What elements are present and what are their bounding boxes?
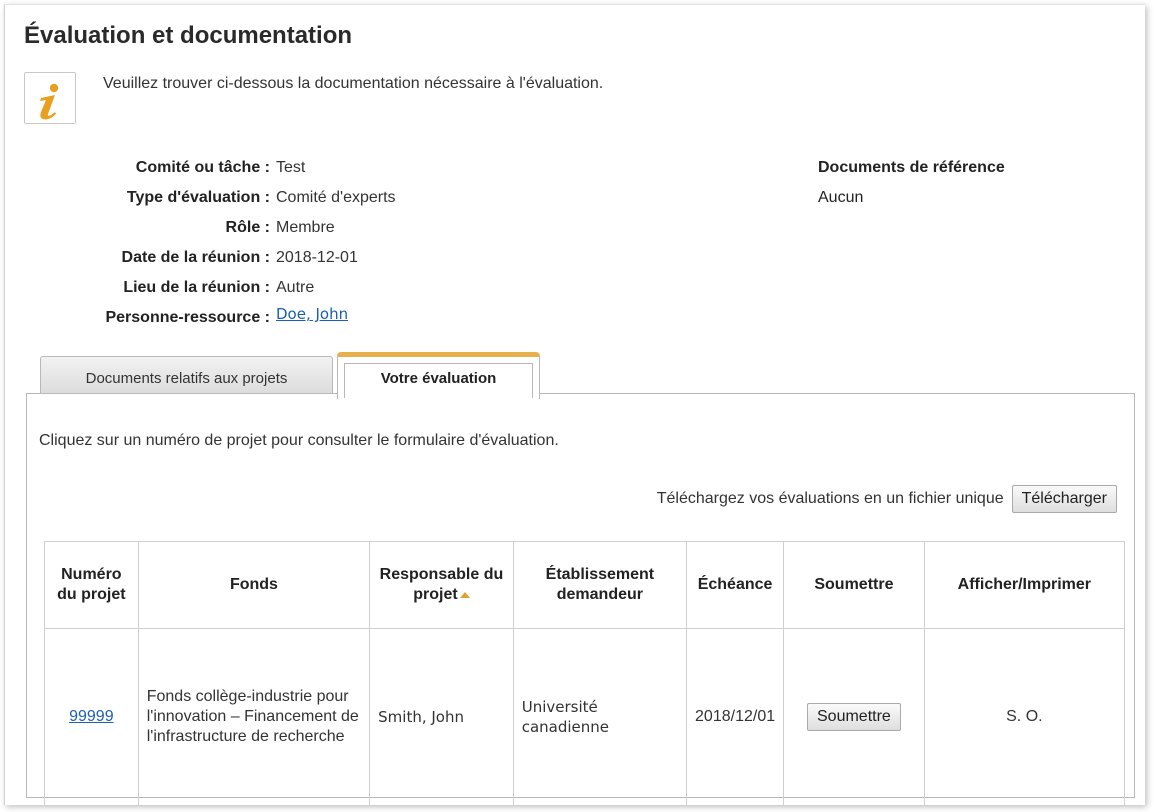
cell-fund: Fonds collège-industrie pour l'innovatio… — [137, 628, 371, 806]
column-header-submit: Soumettre — [783, 541, 925, 629]
column-header-deadline: Échéance — [686, 541, 785, 629]
detail-label: Date de la réunion : — [121, 249, 270, 266]
project-number-link[interactable]: 99999 — [69, 708, 114, 725]
column-header-institution: Établissement demandeur — [512, 541, 688, 629]
column-header-project-number: Numéro du projet — [44, 541, 139, 629]
detail-value: 2018-12-01 — [276, 249, 358, 266]
detail-row-meeting-date: Date de la réunion : 2018-12-01 — [30, 243, 396, 273]
detail-label: Personne-ressource : — [105, 309, 270, 326]
evaluation-panel: Cliquez sur un numéro de projet pour con… — [26, 393, 1135, 806]
detail-value: Membre — [276, 219, 335, 236]
info-icon — [24, 72, 76, 124]
page-title: Évaluation et documentation — [24, 22, 353, 49]
download-button[interactable]: Télécharger — [1011, 485, 1117, 513]
detail-row-meeting-location: Lieu de la réunion : Autre — [30, 273, 396, 303]
detail-row-evaluation-type: Type d'évaluation : Comité d'experts — [30, 183, 396, 213]
cell-project-number: 99999 — [44, 628, 139, 806]
detail-row-contact: Personne-ressource : Doe, John — [30, 303, 396, 333]
detail-row-committee: Comité ou tâche : Test — [30, 153, 396, 183]
reference-documents-value: Aucun — [818, 189, 864, 206]
evaluation-details: Comité ou tâche : Test Type d'évaluation… — [30, 153, 396, 333]
info-message: Veuillez trouver ci-dessous la documenta… — [103, 75, 604, 92]
detail-row-role: Rôle : Membre — [30, 213, 396, 243]
reference-documents-heading: Documents de référence — [818, 159, 1005, 176]
table-row: 99999 Fonds collège-industrie pour l'inn… — [44, 628, 1126, 806]
cell-view-print: S. O. — [923, 628, 1126, 806]
detail-label: Comité ou tâche : — [135, 159, 270, 176]
cell-institution: Université canadienne — [512, 628, 688, 806]
tab-your-evaluation[interactable]: Votre évaluation — [337, 352, 540, 399]
detail-label: Rôle : — [225, 219, 270, 236]
column-header-project-lead[interactable]: Responsable du projet — [369, 541, 514, 629]
detail-value: Autre — [276, 279, 315, 296]
column-header-fund: Fonds — [137, 541, 371, 629]
sort-ascending-icon — [459, 591, 470, 598]
cell-submit: Soumettre — [783, 628, 925, 806]
download-row: Téléchargez vos évaluations en un fichie… — [657, 485, 1117, 513]
panel-instructions: Cliquez sur un numéro de projet pour con… — [39, 432, 559, 449]
reference-documents: Documents de référence Aucun — [818, 153, 1005, 213]
download-text: Téléchargez vos évaluations en un fichie… — [656, 490, 1004, 507]
cell-deadline: 2018/12/01 — [686, 628, 785, 806]
column-header-label: Responsable du projet — [379, 566, 504, 603]
projects-table: Numéro du projet Fonds Responsable du pr… — [44, 541, 1126, 806]
cell-project-lead: Smith, John — [369, 628, 514, 806]
detail-value: Test — [276, 159, 306, 176]
detail-label: Type d'évaluation : — [126, 189, 270, 206]
detail-label: Lieu de la réunion : — [123, 279, 270, 296]
tab-your-evaluation-label: Votre évaluation — [344, 363, 533, 398]
table-header-row: Numéro du projet Fonds Responsable du pr… — [44, 541, 1126, 629]
contact-person-link[interactable]: Doe, John — [276, 303, 348, 333]
tab-project-documents[interactable]: Documents relatifs aux projets — [40, 356, 333, 394]
submit-button[interactable]: Soumettre — [807, 703, 901, 731]
column-header-view-print: Afficher/Imprimer — [923, 541, 1126, 629]
detail-value: Comité d'experts — [276, 189, 396, 206]
